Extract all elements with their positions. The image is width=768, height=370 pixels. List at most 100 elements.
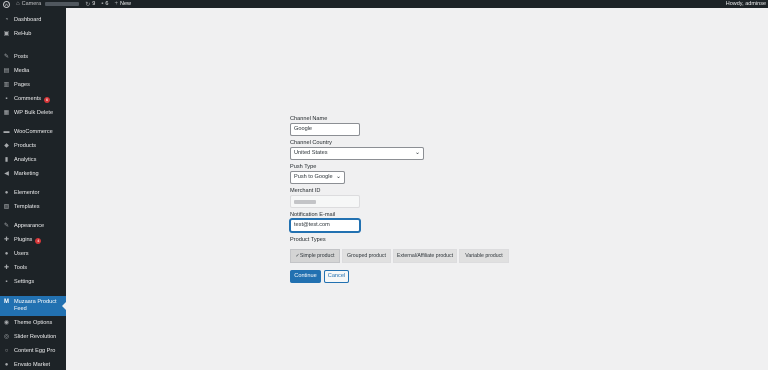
muzaara-logo-icon: M <box>4 299 9 305</box>
sidebar-item-marketing[interactable]: ◀ Marketing <box>0 171 66 178</box>
chevron-down-icon: ⌄ <box>414 150 420 156</box>
sidebar-item-label: Dashboard <box>14 17 42 23</box>
theme-options-icon: ◉ <box>3 320 10 326</box>
channel-country-select[interactable]: United States ⌄ <box>290 147 424 160</box>
sidebar-item-woocommerce[interactable]: ▬ WooCommerce <box>0 129 66 136</box>
channel-country-value: United States <box>294 150 328 156</box>
sidebar-item-label: Appearance <box>14 223 45 229</box>
sidebar-item-label: Media <box>14 68 30 74</box>
product-types-label: Product Types <box>290 237 326 243</box>
pages-icon: ▥ <box>3 82 10 88</box>
comments-link[interactable]: ▪ 6 <box>101 1 108 7</box>
woocommerce-icon: ▬ <box>3 129 10 135</box>
home-icon: ⌂ <box>16 1 20 7</box>
settings-icon: ▪ <box>5 279 8 285</box>
sidebar-item-wp-bulk-delete[interactable]: ▦ WP Bulk Delete <box>0 110 66 117</box>
updates-icon: ↻ <box>85 1 91 8</box>
elementor-icon: ● <box>4 190 9 196</box>
trash-icon: ▦ <box>3 110 10 116</box>
sidebar-item-plugins[interactable]: ✚ Plugins 4 <box>0 237 66 244</box>
plugin-icon: ✚ <box>3 237 10 243</box>
sidebar-item-envato-market[interactable]: ● Envato Market <box>0 362 66 369</box>
sidebar-item-media[interactable]: ▤ Media <box>0 68 66 75</box>
admin-bar: W ⌂ Camera ↻ 9 ▪ 6 + New Howdy, adminse <box>0 0 768 8</box>
sidebar-item-label: Settings <box>14 279 35 285</box>
sidebar-item-comments[interactable]: ▪ Comments 6 <box>0 96 66 103</box>
merchant-id-label: Merchant ID <box>290 188 321 194</box>
sidebar-item-pages[interactable]: ▥ Pages <box>0 82 66 89</box>
dashboard-icon: ◔ <box>4 17 9 23</box>
sidebar-item-analytics[interactable]: ▮ Analytics <box>0 157 66 164</box>
wordpress-logo-icon[interactable]: W <box>3 0 10 8</box>
sidebar-item-label: Marketing <box>14 171 39 177</box>
merchant-id-input[interactable] <box>290 195 360 208</box>
cancel-button[interactable]: Cancel <box>324 270 349 283</box>
site-name-blurred <box>45 2 80 6</box>
brush-icon: ✎ <box>3 223 10 229</box>
account-menu[interactable]: Howdy, adminse <box>726 0 766 8</box>
product-type-variable[interactable]: Variable product <box>459 249 509 263</box>
product-type-external[interactable]: External/Affiliate product <box>393 249 457 263</box>
product-type-simple[interactable]: ✓Simple product <box>290 249 340 263</box>
sidebar-item-label: Envato Market <box>14 362 51 368</box>
sidebar-item-label: Theme Options <box>14 320 53 326</box>
sidebar-item-posts[interactable]: ✎ Posts <box>0 54 66 61</box>
sidebar-item-rehub[interactable]: ▣ ReHub <box>0 31 66 38</box>
sidebar-item-appearance[interactable]: ✎ Appearance <box>0 223 66 230</box>
sidebar-item-settings[interactable]: ▪ Settings <box>0 279 66 286</box>
sidebar-item-theme-options[interactable]: ◉ Theme Options <box>0 320 66 327</box>
sidebar-item-label: Products <box>14 143 37 149</box>
channel-name-input[interactable]: Google <box>290 123 360 136</box>
sidebar-item-label: Plugins <box>14 237 33 243</box>
plus-icon: + <box>114 1 118 7</box>
comments-icon: ▪ <box>5 96 8 102</box>
sidebar-item-label: Muzaara Product Feed <box>14 299 57 312</box>
chevron-down-icon: ⌄ <box>335 174 341 180</box>
sidebar-item-templates[interactable]: ▧ Templates <box>0 204 66 211</box>
merchant-id-blurred <box>294 200 316 204</box>
sidebar-item-label: ReHub <box>14 31 32 37</box>
notification-email-input[interactable]: test@test.com <box>290 219 360 232</box>
sidebar-item-users[interactable]: ● Users <box>0 251 66 258</box>
continue-button[interactable]: Continue <box>290 270 321 283</box>
updates-link[interactable]: ↻ 9 <box>85 1 95 8</box>
products-icon: ◆ <box>4 143 9 149</box>
analytics-icon: ▮ <box>4 157 9 163</box>
site-name-link[interactable]: ⌂ Camera <box>16 1 80 7</box>
sidebar-item-label: Content Egg Pro <box>14 348 56 354</box>
sidebar-item-label: WP Bulk Delete <box>14 110 54 116</box>
notification-email-label: Notification E-mail <box>290 212 336 218</box>
sidebar-item-label: Comments <box>14 96 42 102</box>
count-badge: 6 <box>44 96 51 103</box>
sidebar-item-label: Elementor <box>14 190 40 196</box>
sidebar-item-label: Tools <box>14 265 28 271</box>
egg-icon: ○ <box>4 348 9 354</box>
comment-icon: ▪ <box>101 1 104 7</box>
count-badge: 4 <box>35 237 42 244</box>
envato-icon: ● <box>4 362 9 368</box>
media-icon: ▤ <box>3 68 10 74</box>
megaphone-icon: ◀ <box>4 171 9 177</box>
sidebar-item-dashboard[interactable]: ◔ Dashboard <box>0 17 66 24</box>
sidebar-item-label: Pages <box>14 82 30 88</box>
product-type-grouped[interactable]: Grouped product <box>342 249 391 263</box>
sidebar-item-label: Posts <box>14 54 28 60</box>
pin-icon: ✎ <box>3 54 10 60</box>
admin-sidebar: ◔ Dashboard ▣ ReHub ✎ Posts ▤ Media ▥ Pages ▪ Comme… <box>0 8 66 370</box>
new-content-link[interactable]: + New <box>114 1 131 7</box>
rehub-icon: ▣ <box>3 31 10 37</box>
push-type-value: Push to Google <box>294 174 333 180</box>
sidebar-item-tools[interactable]: ✚ Tools <box>0 265 66 272</box>
sidebar-item-muzaara-product-feed[interactable]: M Muzaara Product Feed <box>0 296 66 316</box>
sidebar-item-label: Slider Revolution <box>14 334 57 340</box>
sidebar-item-content-egg-pro[interactable]: ○ Content Egg Pro <box>0 348 66 355</box>
slider-icon: ◎ <box>3 334 10 340</box>
sidebar-item-label: WooCommerce <box>14 129 53 135</box>
push-type-select[interactable]: Push to Google ⌄ <box>290 171 345 184</box>
sidebar-item-label: Users <box>14 251 29 257</box>
channel-country-label: Channel Country <box>290 140 332 146</box>
channel-name-label: Channel Name <box>290 116 328 122</box>
sidebar-item-products[interactable]: ◆ Products <box>0 143 66 150</box>
sidebar-item-slider-revolution[interactable]: ◎ Slider Revolution <box>0 334 66 341</box>
sidebar-item-elementor[interactable]: ● Elementor <box>0 190 66 197</box>
